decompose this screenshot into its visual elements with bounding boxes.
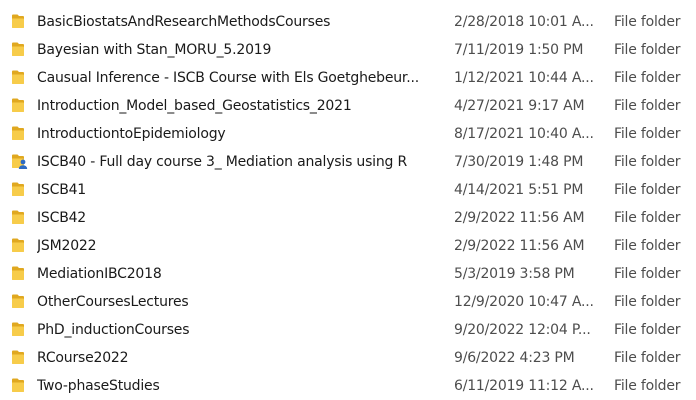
file-type: File folder	[614, 294, 681, 310]
file-name: ISCB41	[37, 182, 87, 198]
file-row[interactable]: ISCB40 - Full day course 3_ Mediation an…	[0, 148, 696, 176]
date-modified: 4/14/2021 5:51 PM	[454, 182, 584, 198]
file-type: File folder	[614, 70, 681, 86]
file-list: BasicBiostatsAndResearchMethodsCourses 2/…	[0, 8, 696, 400]
file-type: File folder	[614, 98, 681, 114]
file-type: File folder	[614, 126, 681, 142]
shared-folder-icon	[11, 153, 29, 169]
date-modified: 5/3/2019 3:58 PM	[454, 266, 575, 282]
file-name: PhD_inductionCourses	[37, 322, 190, 338]
folder-icon	[11, 181, 29, 197]
date-modified: 7/11/2019 1:50 PM	[454, 42, 584, 58]
date-modified: 2/9/2022 11:56 AM	[454, 210, 585, 226]
file-type: File folder	[614, 210, 681, 226]
date-modified: 2/28/2018 10:01 A...	[454, 14, 594, 30]
folder-icon	[11, 125, 29, 141]
file-name: RCourse2022	[37, 350, 129, 366]
folder-icon	[11, 265, 29, 281]
file-row[interactable]: Two-phaseStudies 6/11/2019 11:12 A... File…	[0, 372, 696, 400]
file-name: JSM2022	[37, 238, 97, 254]
folder-icon	[11, 41, 29, 57]
file-row[interactable]: Causual Inference - ISCB Course with Els…	[0, 64, 696, 92]
folder-icon	[11, 377, 29, 393]
date-modified: 2/9/2022 11:56 AM	[454, 238, 585, 254]
date-modified: 8/17/2021 10:40 A...	[454, 126, 594, 142]
date-modified: 12/9/2020 10:47 A...	[454, 294, 594, 310]
file-row[interactable]: Bayesian with Stan_MORU_5.2019 7/11/2019 …	[0, 36, 696, 64]
folder-icon	[11, 237, 29, 253]
file-name: MediationIBC2018	[37, 266, 162, 282]
date-modified: 6/11/2019 11:12 A...	[454, 378, 594, 394]
folder-icon	[11, 13, 29, 29]
file-row[interactable]: ISCB42 2/9/2022 11:56 AM File folder	[0, 204, 696, 232]
folder-icon	[11, 97, 29, 113]
file-type: File folder	[614, 42, 681, 58]
file-type: File folder	[614, 350, 681, 366]
folder-icon	[11, 321, 29, 337]
file-row[interactable]: RCourse2022 9/6/2022 4:23 PM File folder	[0, 344, 696, 372]
file-name: BasicBiostatsAndResearchMethodsCourses	[37, 14, 331, 30]
file-name: Causual Inference - ISCB Course with Els…	[37, 70, 419, 86]
file-row[interactable]: IntroductiontoEpidemiology 8/17/2021 10:4…	[0, 120, 696, 148]
file-row[interactable]: Introduction_Model_based_Geostatistics_2…	[0, 92, 696, 120]
file-name: ISCB40 - Full day course 3_ Mediation an…	[37, 154, 408, 170]
file-row[interactable]: BasicBiostatsAndResearchMethodsCourses 2/…	[0, 8, 696, 36]
date-modified: 7/30/2019 1:48 PM	[454, 154, 584, 170]
file-name: OtherCoursesLectures	[37, 294, 189, 310]
file-row[interactable]: OtherCoursesLectures 12/9/2020 10:47 A...…	[0, 288, 696, 316]
file-type: File folder	[614, 238, 681, 254]
folder-icon	[11, 293, 29, 309]
file-name: IntroductiontoEpidemiology	[37, 126, 226, 142]
file-name: Bayesian with Stan_MORU_5.2019	[37, 42, 272, 58]
file-row[interactable]: JSM2022 2/9/2022 11:56 AM File folder	[0, 232, 696, 260]
date-modified: 1/12/2021 10:44 A...	[454, 70, 594, 86]
file-type: File folder	[614, 266, 681, 282]
folder-icon	[11, 69, 29, 85]
file-type: File folder	[614, 182, 681, 198]
file-type: File folder	[614, 322, 681, 338]
date-modified: 9/20/2022 12:04 P...	[454, 322, 591, 338]
file-name: Two-phaseStudies	[37, 378, 160, 394]
file-type: File folder	[614, 14, 681, 30]
file-name: ISCB42	[37, 210, 87, 226]
file-row[interactable]: PhD_inductionCourses 9/20/2022 12:04 P...…	[0, 316, 696, 344]
file-type: File folder	[614, 378, 681, 394]
file-name: Introduction_Model_based_Geostatistics_2…	[37, 98, 352, 114]
file-row[interactable]: MediationIBC2018 5/3/2019 3:58 PM File fol…	[0, 260, 696, 288]
file-row[interactable]: ISCB41 4/14/2021 5:51 PM File folder	[0, 176, 696, 204]
date-modified: 9/6/2022 4:23 PM	[454, 350, 575, 366]
folder-icon	[11, 349, 29, 365]
folder-icon	[11, 209, 29, 225]
date-modified: 4/27/2021 9:17 AM	[454, 98, 585, 114]
file-type: File folder	[614, 154, 681, 170]
